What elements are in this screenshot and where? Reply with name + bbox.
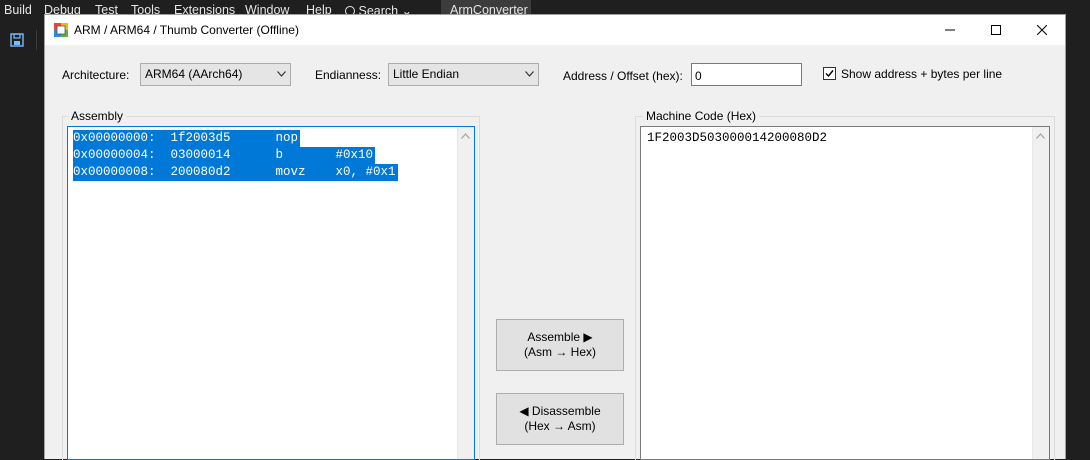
disassemble-label: ◀ Disassemble bbox=[519, 404, 601, 418]
assemble-label: Assemble ▶ bbox=[527, 330, 593, 344]
maximize-button[interactable] bbox=[973, 15, 1019, 45]
disassemble-button[interactable]: ◀ Disassemble (Hex → Asm) bbox=[496, 393, 624, 445]
machine-code-text: 1F2003D503000014200080D2 bbox=[647, 131, 828, 145]
dialog-titlebar[interactable]: ARM / ARM64 / Thumb Converter (Offline) bbox=[45, 15, 1065, 45]
assembly-line: 0x00000000: 1f2003d5 nop bbox=[73, 130, 301, 147]
show-address-checkbox[interactable] bbox=[823, 67, 836, 80]
maximize-icon bbox=[991, 25, 1001, 35]
architecture-value: ARM64 (AArch64) bbox=[145, 67, 243, 81]
architecture-label: Architecture: bbox=[62, 68, 130, 82]
endianness-select[interactable]: Little Endian bbox=[388, 63, 539, 86]
checkmark-icon bbox=[825, 70, 834, 78]
architecture-select[interactable]: ARM64 (AArch64) bbox=[140, 63, 291, 86]
app-icon bbox=[54, 23, 68, 37]
endianness-label: Endianness: bbox=[315, 68, 382, 82]
assembly-scrollbar[interactable] bbox=[457, 127, 474, 459]
scroll-up-icon[interactable] bbox=[461, 133, 470, 139]
disassemble-sublabel: (Hex → Asm) bbox=[524, 419, 596, 433]
scroll-up-icon[interactable] bbox=[1036, 133, 1045, 139]
chevron-down-icon bbox=[277, 71, 286, 77]
save-icon[interactable] bbox=[10, 33, 24, 47]
machine-code-group-title: Machine Code (Hex) bbox=[643, 109, 760, 123]
show-address-label[interactable]: Show address + bytes per line bbox=[841, 67, 1002, 81]
close-button[interactable] bbox=[1019, 15, 1065, 45]
ide-menu-build[interactable]: Build bbox=[4, 3, 32, 17]
dialog-title: ARM / ARM64 / Thumb Converter (Offline) bbox=[74, 23, 299, 37]
assemble-button[interactable]: Assemble ▶ (Asm → Hex) bbox=[496, 319, 624, 371]
machine-code-textarea[interactable]: 1F2003D503000014200080D2 bbox=[640, 126, 1050, 460]
endianness-value: Little Endian bbox=[393, 67, 460, 81]
assembly-line: 0x00000004: 03000014 b #0x10 bbox=[73, 147, 376, 164]
ide-toolbar bbox=[0, 22, 44, 459]
converter-dialog: ARM / ARM64 / Thumb Converter (Offline) … bbox=[44, 14, 1066, 460]
address-label: Address / Offset (hex): bbox=[563, 69, 683, 83]
ide-toolbar-separator bbox=[36, 30, 37, 50]
chevron-down-icon bbox=[525, 71, 534, 77]
address-input[interactable] bbox=[691, 63, 802, 86]
close-icon bbox=[1037, 25, 1047, 35]
assembly-line: 0x00000008: 200080d2 movz x0, #0x1 bbox=[73, 164, 398, 181]
machine-code-scrollbar[interactable] bbox=[1032, 127, 1049, 459]
minimize-button[interactable] bbox=[927, 15, 973, 45]
assembly-group-title: Assembly bbox=[68, 109, 127, 123]
assemble-sublabel: (Asm → Hex) bbox=[524, 345, 596, 359]
minimize-icon bbox=[945, 29, 955, 31]
assembly-textarea[interactable]: 0x00000000: 1f2003d5 nop 0x00000004: 030… bbox=[67, 126, 475, 460]
